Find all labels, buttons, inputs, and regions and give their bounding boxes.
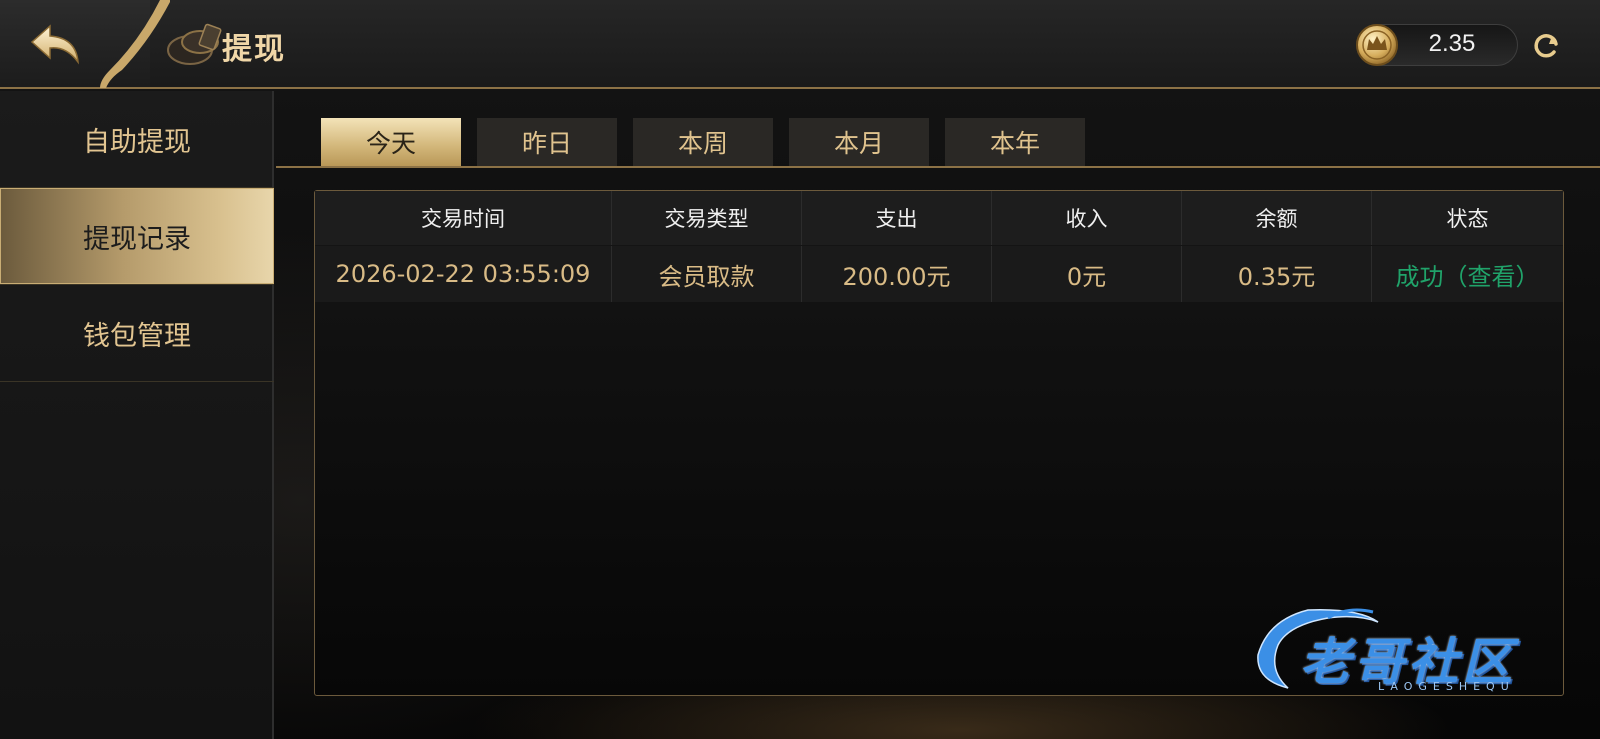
tab-label: 昨日 bbox=[521, 129, 572, 158]
cell-status-view-link[interactable]: 成功（查看） bbox=[1372, 246, 1563, 302]
tab-yesterday[interactable]: 昨日 bbox=[477, 118, 617, 166]
back-arrow-icon[interactable] bbox=[28, 22, 84, 66]
tabs-underline bbox=[276, 166, 1600, 168]
tab-today[interactable]: 今天 bbox=[321, 118, 461, 166]
cell-income: 0元 bbox=[992, 246, 1182, 302]
crown-coin-icon bbox=[1356, 24, 1398, 66]
tab-this-week[interactable]: 本周 bbox=[633, 118, 773, 166]
poker-chips-icon bbox=[167, 23, 222, 65]
table-header: 交易时间 交易类型 支出 收入 余额 状态 bbox=[315, 191, 1563, 245]
sidebar-item-wallet-management[interactable]: 钱包管理 bbox=[0, 285, 274, 382]
column-header-status: 状态 bbox=[1446, 207, 1489, 231]
top-bar: 提现 2.35 bbox=[0, 0, 1600, 89]
balance-value: 2.35 bbox=[1428, 30, 1476, 57]
refresh-icon[interactable] bbox=[1530, 30, 1562, 62]
page-title: 提现 bbox=[222, 32, 286, 67]
cell-expense: 200.00元 bbox=[802, 246, 992, 302]
column-header-income: 收入 bbox=[992, 191, 1182, 245]
watermark-subtext: LAOGESHEQU bbox=[1378, 680, 1515, 693]
column-header-type: 交易类型 bbox=[612, 191, 802, 245]
table-row: 2026-02-22 03:55:09 会员取款 200.00元 0元 0.35… bbox=[315, 246, 1563, 302]
sidebar-item-label: 钱包管理 bbox=[83, 320, 191, 352]
sidebar-item-label: 提现记录 bbox=[83, 223, 191, 255]
cell-time: 2026-02-22 03:55:09 bbox=[315, 246, 612, 302]
tab-this-year[interactable]: 本年 bbox=[945, 118, 1085, 166]
tab-label: 本周 bbox=[677, 129, 728, 158]
tab-label: 本月 bbox=[833, 129, 884, 158]
tab-this-month[interactable]: 本月 bbox=[789, 118, 929, 166]
sidebar-item-self-withdraw[interactable]: 自助提现 bbox=[0, 91, 274, 188]
cell-type: 会员取款 bbox=[612, 246, 802, 302]
sidebar-item-withdraw-records[interactable]: 提现记录 bbox=[0, 188, 274, 285]
column-header-time: 交易时间 bbox=[315, 191, 612, 245]
column-header-expense: 支出 bbox=[802, 191, 992, 245]
sidebar: 自助提现 提现记录 钱包管理 bbox=[0, 91, 274, 739]
column-header-balance: 余额 bbox=[1182, 191, 1372, 245]
sidebar-item-label: 自助提现 bbox=[83, 126, 191, 158]
tab-label: 本年 bbox=[989, 129, 1040, 158]
tab-label: 今天 bbox=[365, 129, 416, 158]
cell-balance: 0.35元 bbox=[1182, 246, 1372, 302]
